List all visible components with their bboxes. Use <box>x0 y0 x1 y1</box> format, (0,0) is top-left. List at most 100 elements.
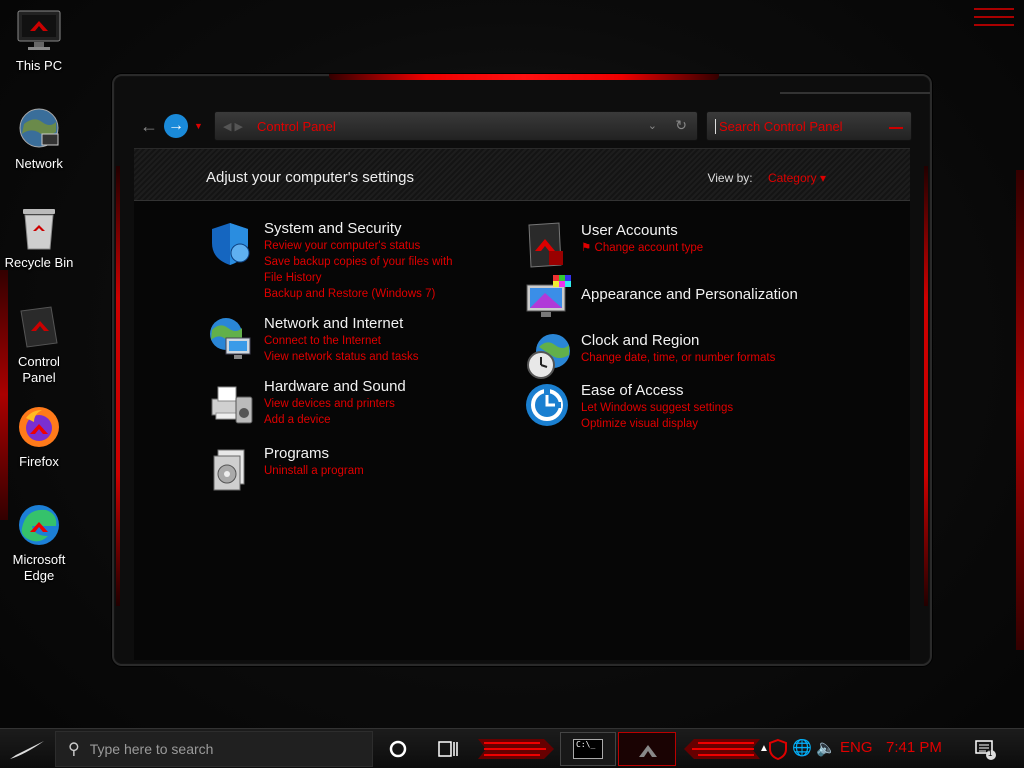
terminal-icon: C:\_ <box>573 739 603 759</box>
forward-arrow-icon[interactable]: → <box>164 114 188 138</box>
taskbar-decoration-left-icon <box>478 739 554 759</box>
monitor-palette-icon[interactable] <box>523 273 573 323</box>
search-control-panel-input[interactable]: Search Control Panel <box>706 111 912 141</box>
category-ease-of-access: Ease of Access Let Windows suggest setti… <box>523 381 843 432</box>
task-link[interactable]: Let Windows suggest settings <box>581 400 733 416</box>
task-link[interactable]: Connect to the Internet <box>264 333 418 349</box>
taskbar: ⚲ Type here to search C:\_ ▲ 🌐 🔈 ENG 7:4… <box>0 728 1024 768</box>
refresh-icon[interactable]: ↻ <box>675 117 687 134</box>
volume-muted-icon[interactable]: 🔈 <box>814 737 838 761</box>
category-title[interactable]: Programs <box>264 444 364 463</box>
desktop-icon-label: This PC <box>15 58 63 73</box>
view-by: View by: Category ▾ <box>707 171 826 185</box>
defender-shield-icon[interactable] <box>766 737 790 761</box>
desktop-icon-this-pc[interactable]: This PC <box>0 8 78 74</box>
edge-icon <box>16 502 62 548</box>
control-panel-window: ← → ▼ ◀ ▶ Control Panel ⌄ ↻ Search Contr… <box>112 74 932 666</box>
category-title[interactable]: System and Security <box>264 219 466 238</box>
programs-icon[interactable] <box>206 444 256 494</box>
desktop-icon-label: Control Panel <box>18 354 60 385</box>
task-link[interactable]: Add a device <box>264 412 406 428</box>
desktop-icon-network[interactable]: Network <box>0 106 78 172</box>
category-appearance-and-personalization: Appearance and Personalization <box>523 273 843 323</box>
category-title[interactable]: User Accounts <box>581 221 703 240</box>
start-button[interactable] <box>6 735 50 763</box>
category-programs: Programs Uninstall a program <box>206 444 466 494</box>
task-view-icon[interactable] <box>436 737 460 761</box>
navigation-bar: ← → ▼ ◀ ▶ Control Panel ⌄ ↻ Search Contr… <box>138 110 914 142</box>
cortana-icon[interactable] <box>386 737 410 761</box>
firefox-icon <box>16 404 62 450</box>
control-panel-icon <box>16 304 62 350</box>
category-user-accounts: User Accounts ⚑ Change account type <box>523 221 843 271</box>
search-accent-icon <box>889 127 903 129</box>
printer-speaker-icon[interactable] <box>206 377 256 427</box>
category-clock-and-region: Clock and Region Change date, time, or n… <box>523 331 843 381</box>
category-network-and-internet: Network and Internet Connect to the Inte… <box>206 314 466 365</box>
view-by-label: View by: <box>707 171 753 185</box>
address-bar[interactable]: ◀ ▶ Control Panel ⌄ ↻ <box>214 111 698 141</box>
panel-header: Adjust your computer's settings View by:… <box>134 149 910 201</box>
window-rim-left <box>116 166 120 606</box>
taskbar-search-placeholder: Type here to search <box>89 741 214 757</box>
desktop-icon-label: Recycle Bin <box>4 255 74 270</box>
category-hardware-and-sound: Hardware and Sound View devices and prin… <box>206 377 466 428</box>
notification-count-badge: 1 <box>988 749 993 758</box>
window-top-glow <box>329 74 719 80</box>
desktop-icon-recycle-bin[interactable]: Recycle Bin <box>0 205 78 271</box>
desktop-icon-control-panel[interactable]: Control Panel <box>0 304 78 386</box>
ease-of-access-icon[interactable] <box>523 381 573 431</box>
task-link[interactable]: Uninstall a program <box>264 463 364 479</box>
desktop-icon-firefox[interactable]: Firefox <box>0 404 78 470</box>
breadcrumb-separator-icon: ◀ ▶ <box>223 120 243 133</box>
task-link[interactable]: Backup and Restore (Windows 7) <box>264 286 466 302</box>
desktop-icon-label: Firefox <box>19 454 59 469</box>
control-panel-taskbar-icon <box>639 745 657 757</box>
category-system-and-security: System and Security Review your computer… <box>206 219 466 302</box>
start-logo-icon <box>10 741 44 759</box>
task-link[interactable]: ⚑ Change account type <box>581 240 703 256</box>
address-history-chevron-icon[interactable]: ⌄ <box>648 119 657 132</box>
task-link[interactable]: View network status and tasks <box>264 349 418 365</box>
category-title[interactable]: Hardware and Sound <box>264 377 406 396</box>
language-indicator[interactable]: ENG <box>840 739 873 756</box>
taskbar-clock[interactable]: 7:41 PM <box>886 739 942 756</box>
taskbar-app-terminal[interactable]: C:\_ <box>560 732 616 766</box>
network-globe-tray-icon[interactable]: 🌐 <box>790 737 814 761</box>
category-title[interactable]: Clock and Region <box>581 331 775 350</box>
search-icon: ⚲ <box>68 741 80 758</box>
recycle-bin-icon <box>16 205 62 251</box>
admin-shield-icon: ⚑ <box>581 242 595 254</box>
control-panel-content: Adjust your computer's settings View by:… <box>134 148 910 660</box>
category-title[interactable]: Ease of Access <box>581 381 733 400</box>
desktop-icon-label: Network <box>15 156 63 171</box>
task-link[interactable]: View devices and printers <box>264 396 406 412</box>
taskbar-search-box[interactable]: ⚲ Type here to search <box>55 731 373 767</box>
background-corner-decoration <box>974 8 1014 32</box>
globe-network-icon <box>16 106 62 152</box>
desktop-icon-microsoft-edge[interactable]: Microsoft Edge <box>0 502 78 584</box>
task-link[interactable]: Optimize visual display <box>581 416 733 432</box>
recent-pages-dropdown-icon[interactable]: ▼ <box>194 121 203 131</box>
page-title: Adjust your computer's settings <box>206 169 414 186</box>
task-link[interactable]: Review your computer's status <box>264 238 466 254</box>
shield-icon[interactable] <box>206 219 256 269</box>
task-link[interactable]: Save backup copies of your files with Fi… <box>264 254 466 286</box>
view-by-dropdown[interactable]: Category ▾ <box>768 171 826 185</box>
breadcrumb-control-panel[interactable]: Control Panel <box>257 119 336 134</box>
clock-globe-icon[interactable] <box>523 331 573 381</box>
task-link[interactable]: Change date, time, or number formats <box>581 350 775 366</box>
taskbar-app-control-panel[interactable] <box>618 732 676 766</box>
background-red-glow-right <box>1016 170 1024 650</box>
back-arrow-icon[interactable]: ← <box>138 115 160 137</box>
monitor-icon <box>16 8 62 54</box>
desktop-icon-label: Microsoft Edge <box>12 552 66 583</box>
category-title[interactable]: Network and Internet <box>264 314 418 333</box>
window-rim-right <box>924 166 928 606</box>
network-globe-icon[interactable] <box>206 314 256 364</box>
notification-center-icon[interactable]: 1 <box>974 738 996 760</box>
window-title-bar-area[interactable] <box>780 76 930 94</box>
search-placeholder: Search Control Panel <box>715 118 843 134</box>
user-accounts-icon[interactable] <box>523 221 573 271</box>
category-title[interactable]: Appearance and Personalization <box>581 285 798 304</box>
